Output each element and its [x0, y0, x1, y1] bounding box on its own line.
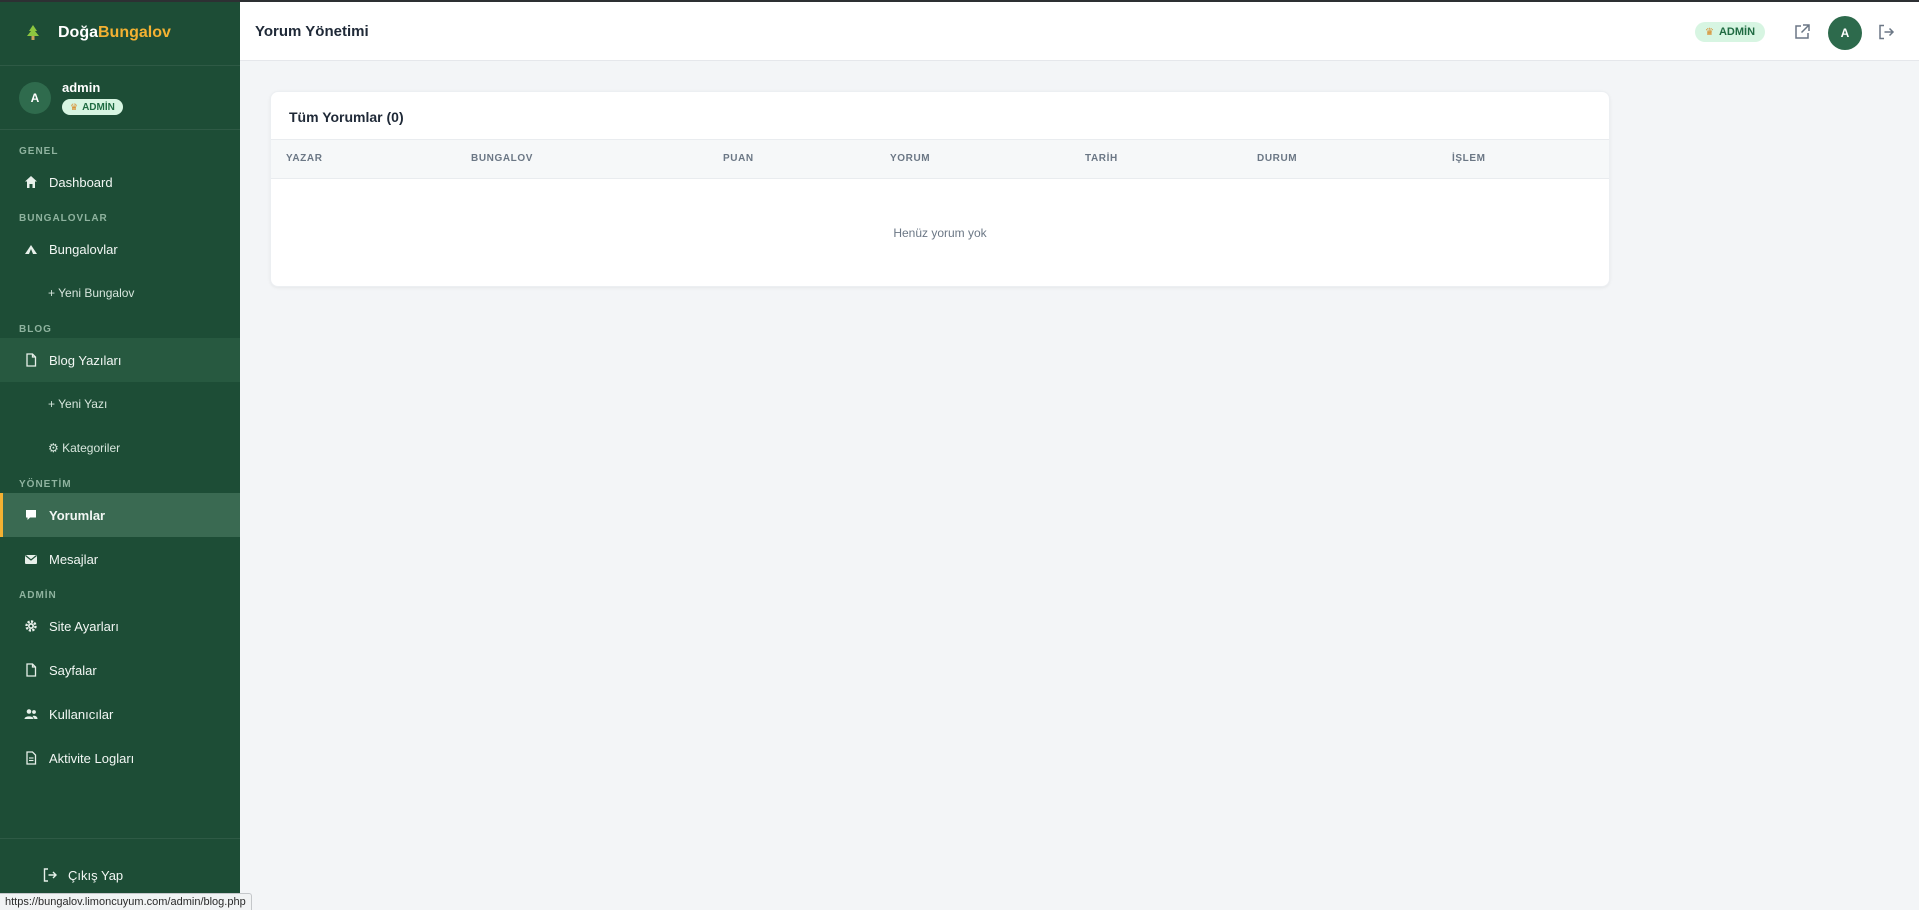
table-header: YAZAR BUNGALOV PUAN YORUM TARİH DURUM İŞ…: [271, 139, 1609, 179]
browser-status-url: https://bungalov.limoncuyum.com/admin/bl…: [0, 893, 252, 910]
logout-icon[interactable]: [1877, 23, 1895, 41]
avatar: A: [19, 81, 51, 114]
crown-icon: ♛: [70, 101, 79, 112]
top-header: Yorum Yönetimi ♛ ADMİN A: [240, 2, 1919, 61]
sidebar-item-dashboard[interactable]: Dashboard: [0, 160, 240, 204]
sidebar: DoğaBungalov A admin ♛ ADMİN GENEL Dashb…: [0, 0, 240, 910]
sidebar-item-kullanicilar[interactable]: Kullanıcılar: [0, 692, 240, 736]
external-link-icon[interactable]: [1793, 23, 1811, 41]
sidebar-item-yorumlar[interactable]: Yorumlar: [0, 493, 240, 537]
sidebar-item-site-ayarlari[interactable]: Site Ayarları: [0, 604, 240, 648]
home-icon: [24, 175, 38, 189]
tree-icon: [24, 24, 42, 42]
status-badge: ♛ ADMİN: [1695, 22, 1766, 42]
sidebar-item-bungalovlar[interactable]: Bungalovlar: [0, 227, 240, 271]
avatar[interactable]: A: [1828, 16, 1862, 50]
section-label-genel: GENEL: [19, 146, 59, 157]
section-label-bungalovlar: BUNGALOVLAR: [19, 213, 108, 224]
sidebar-item-aktivite-loglari[interactable]: Aktivite Logları: [0, 736, 240, 780]
tent-icon: [24, 242, 38, 256]
comments-card: Tüm Yorumlar (0) YAZAR BUNGALOV PUAN YOR…: [270, 91, 1610, 287]
column-header-durum: DURUM: [1257, 153, 1298, 164]
sidebar-item-mesajlar[interactable]: Mesajlar: [0, 537, 240, 581]
sidebar-item-blog-yazilari[interactable]: Blog Yazıları: [0, 338, 240, 382]
logout-button[interactable]: Çıkış Yap: [42, 867, 123, 883]
page-title: Yorum Yönetimi: [255, 23, 369, 40]
card-title: Tüm Yorumlar (0): [289, 109, 404, 125]
users-icon: [24, 707, 38, 721]
role-badge: ♛ ADMİN: [62, 99, 123, 115]
window-top-border: [0, 0, 1919, 2]
crown-icon: ♛: [1705, 26, 1714, 38]
log-icon: [24, 751, 38, 765]
gear-icon: [24, 619, 38, 633]
brand-logo[interactable]: DoğaBungalov: [0, 0, 240, 66]
section-label-blog: BLOG: [19, 324, 52, 335]
column-header-bungalov: BUNGALOV: [471, 153, 534, 164]
brand-name: DoğaBungalov: [58, 23, 171, 41]
sidebar-item-kategoriler[interactable]: ⚙ Kategoriler: [0, 426, 240, 470]
sidebar-user: A admin ♛ ADMİN: [0, 66, 240, 130]
sidebar-item-yeni-bungalov[interactable]: + Yeni Bungalov: [0, 271, 240, 315]
section-label-admin: ADMİN: [19, 590, 57, 601]
sidebar-item-sayfalar[interactable]: Sayfalar: [0, 648, 240, 692]
column-header-islem: İŞLEM: [1452, 153, 1486, 164]
column-header-tarih: TARİH: [1085, 153, 1118, 164]
logout-icon: [42, 867, 58, 883]
page-icon: [24, 663, 38, 677]
column-header-yazar: YAZAR: [286, 153, 323, 164]
column-header-yorum: YORUM: [890, 153, 931, 164]
column-header-puan: PUAN: [723, 153, 754, 164]
sidebar-item-yeni-yazi[interactable]: + Yeni Yazı: [0, 382, 240, 426]
empty-state-message: Henüz yorum yok: [893, 226, 987, 240]
user-name: admin: [62, 80, 101, 95]
comment-icon: [24, 508, 38, 522]
section-label-yonetim: YÖNETİM: [19, 479, 72, 490]
document-icon: [24, 353, 38, 367]
mail-icon: [24, 552, 38, 566]
